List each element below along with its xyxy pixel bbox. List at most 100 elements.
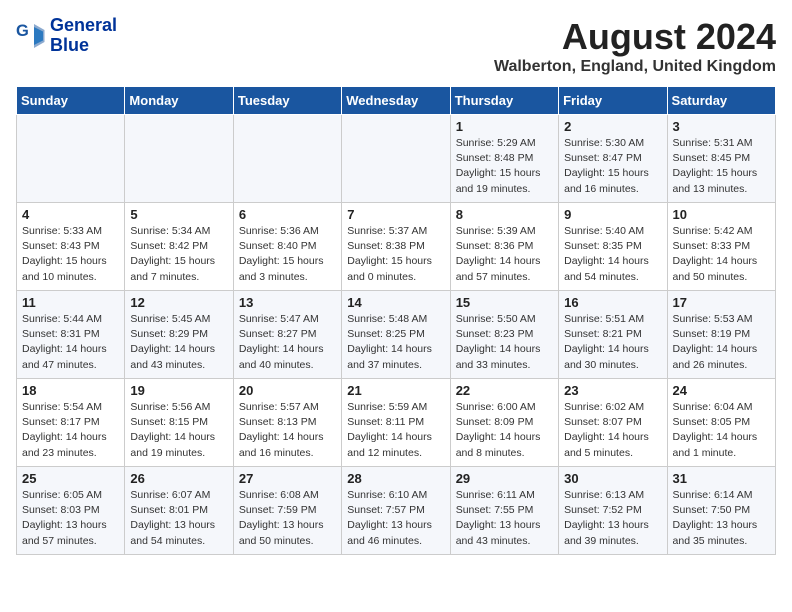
day-header-friday: Friday xyxy=(559,87,667,115)
day-number: 7 xyxy=(347,207,444,222)
week-row-3: 11 Sunrise: 5:44 AMSunset: 8:31 PMDayligh… xyxy=(17,291,776,379)
logo-icon: G xyxy=(16,21,46,51)
calendar-cell: 6 Sunrise: 5:36 AMSunset: 8:40 PMDaylight… xyxy=(233,203,341,291)
calendar-cell: 9 Sunrise: 5:40 AMSunset: 8:35 PMDaylight… xyxy=(559,203,667,291)
day-number: 17 xyxy=(673,295,770,310)
calendar-cell: 4Sunrise: 5:33 AMSunset: 8:43 PMDaylight… xyxy=(17,203,125,291)
day-info: Sunrise: 5:53 AMSunset: 8:19 PMDaylight:… xyxy=(673,312,770,373)
calendar-cell: 31 Sunrise: 6:14 AMSunset: 7:50 PMDayligh… xyxy=(667,467,775,555)
day-header-wednesday: Wednesday xyxy=(342,87,450,115)
calendar-cell: 7Sunrise: 5:37 AMSunset: 8:38 PMDaylight… xyxy=(342,203,450,291)
calendar-header: SundayMondayTuesdayWednesdayThursdayFrid… xyxy=(17,87,776,115)
day-number: 11 xyxy=(22,295,119,310)
day-number: 18 xyxy=(22,383,119,398)
calendar-cell: 14Sunrise: 5:48 AMSunset: 8:25 PMDayligh… xyxy=(342,291,450,379)
day-info: Sunrise: 5:47 AMSunset: 8:27 PMDaylight:… xyxy=(239,312,336,373)
svg-text:G: G xyxy=(16,22,29,40)
calendar-cell: 3 Sunrise: 5:31 AMSunset: 8:45 PMDaylight… xyxy=(667,115,775,203)
day-number: 20 xyxy=(239,383,336,398)
day-info: Sunrise: 5:50 AMSunset: 8:23 PMDaylight:… xyxy=(456,312,553,373)
calendar-cell xyxy=(125,115,233,203)
logo: G General Blue xyxy=(16,16,117,56)
day-number: 13 xyxy=(239,295,336,310)
calendar-cell: 2Sunrise: 5:30 AMSunset: 8:47 PMDaylight… xyxy=(559,115,667,203)
day-number: 22 xyxy=(456,383,553,398)
calendar-cell: 11 Sunrise: 5:44 AMSunset: 8:31 PMDayligh… xyxy=(17,291,125,379)
day-number: 8 xyxy=(456,207,553,222)
day-header-tuesday: Tuesday xyxy=(233,87,341,115)
day-number: 1 xyxy=(456,119,553,134)
day-info: Sunrise: 5:54 AMSunset: 8:17 PMDaylight:… xyxy=(22,400,119,461)
calendar-cell: 27 Sunrise: 6:08 AMSunset: 7:59 PMDayligh… xyxy=(233,467,341,555)
day-info: Sunrise: 5:36 AMSunset: 8:40 PMDaylight:… xyxy=(239,224,336,285)
day-info: Sunrise: 5:45 AMSunset: 8:29 PMDaylight:… xyxy=(130,312,227,373)
day-number: 5 xyxy=(130,207,227,222)
logo-line1: General xyxy=(50,16,117,36)
day-number: 15 xyxy=(456,295,553,310)
day-info: Sunrise: 6:10 AMSunset: 7:57 PMDaylight:… xyxy=(347,488,444,549)
calendar-cell xyxy=(17,115,125,203)
day-info: Sunrise: 6:07 AMSunset: 8:01 PMDaylight:… xyxy=(130,488,227,549)
day-number: 19 xyxy=(130,383,227,398)
calendar-cell: 18 Sunrise: 5:54 AMSunset: 8:17 PMDayligh… xyxy=(17,379,125,467)
calendar-cell: 16 Sunrise: 5:51 AMSunset: 8:21 PMDayligh… xyxy=(559,291,667,379)
day-info: Sunrise: 5:40 AMSunset: 8:35 PMDaylight:… xyxy=(564,224,661,285)
day-number: 16 xyxy=(564,295,661,310)
calendar-cell: 10Sunrise: 5:42 AMSunset: 8:33 PMDayligh… xyxy=(667,203,775,291)
week-row-4: 18 Sunrise: 5:54 AMSunset: 8:17 PMDayligh… xyxy=(17,379,776,467)
day-header-monday: Monday xyxy=(125,87,233,115)
calendar-cell: 23 Sunrise: 6:02 AMSunset: 8:07 PMDayligh… xyxy=(559,379,667,467)
day-number: 27 xyxy=(239,471,336,486)
logo-line2: Blue xyxy=(50,36,117,56)
day-info: Sunrise: 5:34 AMSunset: 8:42 PMDaylight:… xyxy=(130,224,227,285)
day-info: Sunrise: 6:02 AMSunset: 8:07 PMDaylight:… xyxy=(564,400,661,461)
calendar-cell: 28 Sunrise: 6:10 AMSunset: 7:57 PMDayligh… xyxy=(342,467,450,555)
day-number: 29 xyxy=(456,471,553,486)
day-info: Sunrise: 5:59 AMSunset: 8:11 PMDaylight:… xyxy=(347,400,444,461)
day-info: Sunrise: 6:00 AMSunset: 8:09 PMDaylight:… xyxy=(456,400,553,461)
month-title: August 2024 xyxy=(494,16,776,58)
week-row-2: 4Sunrise: 5:33 AMSunset: 8:43 PMDaylight… xyxy=(17,203,776,291)
day-info: Sunrise: 6:08 AMSunset: 7:59 PMDaylight:… xyxy=(239,488,336,549)
day-info: Sunrise: 5:31 AMSunset: 8:45 PMDaylight:… xyxy=(673,136,770,197)
day-info: Sunrise: 6:11 AMSunset: 7:55 PMDaylight:… xyxy=(456,488,553,549)
page-header: G General Blue August 2024 Walberton, En… xyxy=(16,16,776,76)
calendar-cell: 30Sunrise: 6:13 AMSunset: 7:52 PMDayligh… xyxy=(559,467,667,555)
day-info: Sunrise: 5:51 AMSunset: 8:21 PMDaylight:… xyxy=(564,312,661,373)
day-number: 25 xyxy=(22,471,119,486)
day-info: Sunrise: 5:57 AMSunset: 8:13 PMDaylight:… xyxy=(239,400,336,461)
day-info: Sunrise: 6:05 AMSunset: 8:03 PMDaylight:… xyxy=(22,488,119,549)
title-block: August 2024 Walberton, England, United K… xyxy=(494,16,776,76)
calendar-cell: 5 Sunrise: 5:34 AMSunset: 8:42 PMDaylight… xyxy=(125,203,233,291)
calendar-cell: 13 Sunrise: 5:47 AMSunset: 8:27 PMDayligh… xyxy=(233,291,341,379)
day-number: 24 xyxy=(673,383,770,398)
calendar-cell: 12Sunrise: 5:45 AMSunset: 8:29 PMDayligh… xyxy=(125,291,233,379)
day-info: Sunrise: 6:04 AMSunset: 8:05 PMDaylight:… xyxy=(673,400,770,461)
day-number: 9 xyxy=(564,207,661,222)
calendar-cell: 17 Sunrise: 5:53 AMSunset: 8:19 PMDayligh… xyxy=(667,291,775,379)
day-number: 21 xyxy=(347,383,444,398)
day-number: 28 xyxy=(347,471,444,486)
day-info: Sunrise: 5:29 AMSunset: 8:48 PMDaylight:… xyxy=(456,136,553,197)
week-row-5: 25 Sunrise: 6:05 AMSunset: 8:03 PMDayligh… xyxy=(17,467,776,555)
day-number: 23 xyxy=(564,383,661,398)
day-info: Sunrise: 6:14 AMSunset: 7:50 PMDaylight:… xyxy=(673,488,770,549)
day-info: Sunrise: 5:39 AMSunset: 8:36 PMDaylight:… xyxy=(456,224,553,285)
calendar-cell: 26 Sunrise: 6:07 AMSunset: 8:01 PMDayligh… xyxy=(125,467,233,555)
day-header-saturday: Saturday xyxy=(667,87,775,115)
calendar-table: SundayMondayTuesdayWednesdayThursdayFrid… xyxy=(16,86,776,555)
day-number: 3 xyxy=(673,119,770,134)
calendar-cell: 1 Sunrise: 5:29 AMSunset: 8:48 PMDaylight… xyxy=(450,115,558,203)
day-number: 31 xyxy=(673,471,770,486)
calendar-body: 1 Sunrise: 5:29 AMSunset: 8:48 PMDaylight… xyxy=(17,115,776,555)
day-number: 6 xyxy=(239,207,336,222)
day-number: 26 xyxy=(130,471,227,486)
calendar-cell: 24 Sunrise: 6:04 AMSunset: 8:05 PMDayligh… xyxy=(667,379,775,467)
day-header-thursday: Thursday xyxy=(450,87,558,115)
calendar-cell: 25 Sunrise: 6:05 AMSunset: 8:03 PMDayligh… xyxy=(17,467,125,555)
day-info: Sunrise: 5:42 AMSunset: 8:33 PMDaylight:… xyxy=(673,224,770,285)
day-header-sunday: Sunday xyxy=(17,87,125,115)
calendar-cell: 29 Sunrise: 6:11 AMSunset: 7:55 PMDayligh… xyxy=(450,467,558,555)
week-row-1: 1 Sunrise: 5:29 AMSunset: 8:48 PMDaylight… xyxy=(17,115,776,203)
day-info: Sunrise: 5:44 AMSunset: 8:31 PMDaylight:… xyxy=(22,312,119,373)
